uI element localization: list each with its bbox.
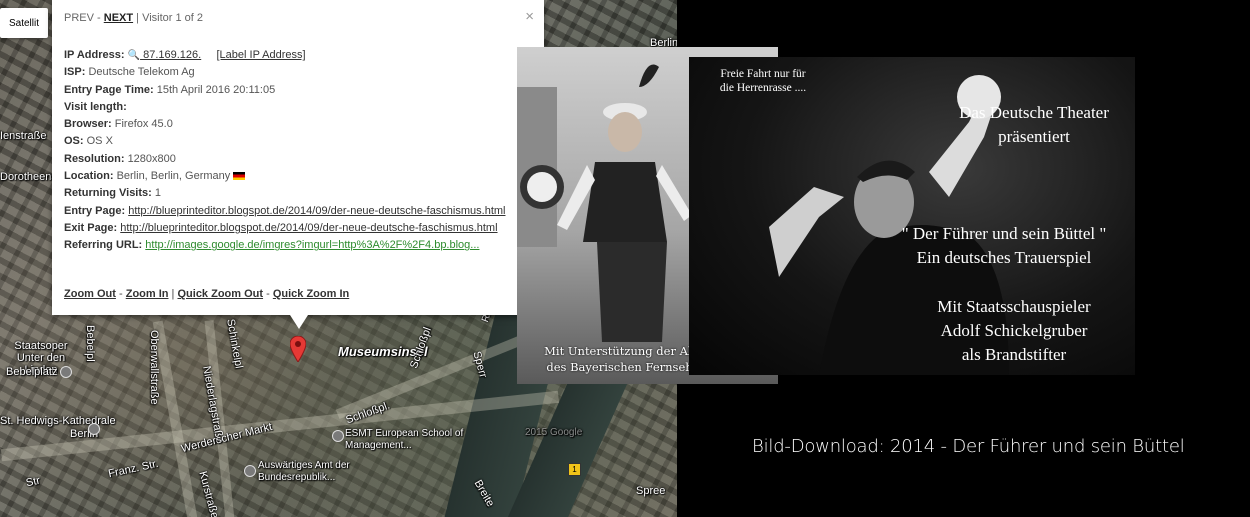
isp-value: Deutsche Telekom Ag (88, 66, 195, 79)
quick-zoom-in-link[interactable]: Quick Zoom In (273, 288, 349, 300)
entry-time-value: 15th April 2016 20:11:05 (156, 83, 276, 96)
poster-intro: Das Deutsche Theater präsentiert (929, 101, 1135, 149)
zoom-separator: - (263, 288, 273, 300)
visitor-nav: PREV - NEXT | Visitor 1 of 2 (64, 12, 203, 24)
transit-badge[interactable]: 1 (568, 463, 581, 476)
location-label: Location: (64, 170, 114, 183)
map-label: Kurstraße (196, 470, 221, 517)
map-label: Oberwallstraße (148, 330, 160, 405)
poi-icon[interactable] (88, 423, 100, 435)
map-label: Ienstraße (0, 130, 47, 142)
poster-title-line: " Der Führer und sein Büttel " (901, 224, 1107, 243)
poster-credits-line: Adolf Schickelgruber (940, 321, 1088, 340)
close-icon[interactable]: × (525, 8, 534, 25)
os-value: OS X (86, 135, 113, 148)
resolution-row: Resolution: 1280x800 (64, 151, 534, 168)
ip-label: IP Address: (64, 49, 125, 61)
returning-value: 1 (154, 187, 161, 200)
returning-row: Returning Visits: 1 (64, 185, 534, 202)
map-label: Auswärtiges Amt der Bundesrepublik... (258, 460, 350, 483)
entry-page-label: Entry Page: (64, 204, 126, 217)
poster-intro-line: Das Deutsche Theater (959, 103, 1109, 122)
poster-credits-line: Mit Staatsschauspieler (937, 297, 1091, 316)
resolution-value: 1280x800 (127, 152, 176, 165)
next-link[interactable]: NEXT (104, 12, 133, 24)
poster-tagline-line: Freie Fahrt nur für (720, 68, 806, 80)
visitor-info-window: PREV - NEXT | Visitor 1 of 2 × IP Addres… (52, 0, 544, 329)
map-label: Bebelpl (84, 325, 96, 362)
map-label: Dorotheens (0, 171, 57, 183)
exit-page-label: Exit Page: (64, 221, 118, 234)
browser-row: Browser: Firefox 45.0 (64, 116, 534, 133)
exit-page-row: Exit Page: http://blueprinteditor.blogsp… (64, 220, 534, 237)
label-ip-link[interactable]: [Label IP Address] (217, 49, 306, 61)
resolution-label: Resolution: (64, 152, 125, 165)
isp-row: ISP: Deutsche Telekom Ag (64, 64, 534, 81)
referring-row: Referring URL: http://images.google.de/i… (64, 237, 534, 254)
entry-page-link[interactable]: http://blueprinteditor.blogspot.de/2014/… (128, 205, 505, 217)
poi-icon[interactable] (244, 465, 256, 477)
poster-intro-line: präsentiert (998, 127, 1070, 146)
map-label: Bebelplatz (6, 366, 58, 378)
quick-zoom-out-link[interactable]: Quick Zoom Out (177, 288, 263, 300)
magnifier-icon[interactable]: 🔍 (128, 50, 140, 61)
zoom-controls: Zoom Out - Zoom In | Quick Zoom Out - Qu… (64, 288, 349, 300)
map-label: ESMT European School of Management... (345, 428, 464, 451)
ip-row: IP Address: 🔍 87.169.126. [Label IP Addr… (64, 47, 534, 64)
poster-title: " Der Führer und sein Büttel " Ein deuts… (869, 222, 1135, 270)
map-label: Franz. Str. (107, 457, 160, 481)
zoom-in-link[interactable]: Zoom In (126, 288, 169, 300)
entry-time-row: Entry Page Time: 15th April 2016 20:11:0… (64, 82, 534, 99)
theater-poster-image: Freie Fahrt nur für die Herrenrasse ....… (689, 57, 1135, 375)
returning-label: Returning Visits: (64, 187, 152, 200)
os-label: OS: (64, 135, 84, 148)
map-label: Str (24, 474, 42, 490)
poster-credits: Mit Staatsschauspieler Adolf Schickelgru… (899, 295, 1129, 367)
map-label: Schinkelpl (224, 318, 245, 370)
visit-length-row: Visit length: (64, 99, 534, 116)
isp-label: ISP: (64, 66, 86, 79)
browser-value: Firefox 45.0 (114, 118, 173, 131)
zoom-separator: - (115, 288, 126, 300)
germany-flag-icon (233, 172, 246, 181)
entry-page-row: Entry Page: http://blueprinteditor.blogs… (64, 203, 534, 220)
exit-page-link[interactable]: http://blueprinteditor.blogspot.de/2014/… (120, 222, 497, 234)
ip-address-link[interactable]: 87.169.126. (140, 49, 201, 61)
poster-tagline: Freie Fahrt nur für die Herrenrasse .... (699, 67, 827, 95)
poi-icon[interactable] (332, 430, 344, 442)
entry-time-label: Entry Page Time: (64, 83, 154, 96)
browser-label: Browser: (64, 118, 112, 131)
visitor-counter: | Visitor 1 of 2 (133, 12, 204, 24)
poster-tagline-line: die Herrenrasse .... (719, 82, 807, 94)
poster-title-line: Ein deutsches Trauerspiel (916, 248, 1092, 267)
map-pin-icon[interactable] (290, 336, 306, 362)
os-row: OS: OS X (64, 133, 534, 150)
map-label: Spree (636, 485, 666, 497)
nav-separator: - (93, 12, 104, 24)
location-value: Berlin, Berlin, Germany (116, 170, 231, 183)
image-download-caption[interactable]: Bild-Download: 2014 - Der Führer und sei… (752, 436, 1185, 457)
referring-url-link[interactable]: http://images.google.de/imgres?imgurl=ht… (145, 239, 479, 251)
satellite-toggle-button[interactable]: Satellit (0, 8, 48, 38)
poi-icon[interactable] (60, 366, 72, 378)
prev-link[interactable]: PREV (64, 12, 94, 24)
poster-credits-line: als Brandstifter (961, 345, 1067, 364)
zoom-out-link[interactable]: Zoom Out (64, 288, 116, 300)
location-row: Location: Berlin, Berlin, Germany (64, 168, 534, 185)
visit-length-label: Visit length: (64, 100, 127, 113)
map-watermark: 2015 Google (525, 427, 583, 438)
referring-label: Referring URL: (64, 239, 143, 252)
